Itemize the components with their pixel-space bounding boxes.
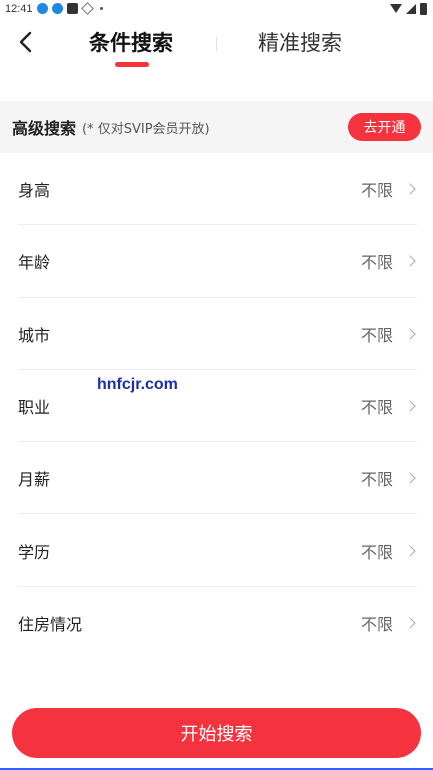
chevron-right-icon [404,617,416,629]
filter-value: 不限 [360,398,393,418]
filter-label: 学历 [18,542,51,562]
wifi-icon [390,4,402,13]
top-nav: 条件搜索 精准搜索 [0,17,433,69]
start-search-button[interactable]: 开始搜索 [12,708,421,758]
notification-cube-icon [80,2,94,15]
status-time: 12:41 [5,2,33,15]
battery-icon [420,2,427,15]
activate-svip-button[interactable]: 去开通 [348,113,421,141]
chevron-right-icon [404,255,416,268]
filter-label: 住房情况 [18,614,83,634]
filter-label: 月薪 [18,470,51,490]
notification-square-icon [66,3,78,14]
filter-row-age[interactable]: 年龄 不限 [0,225,433,298]
status-left: 12:41 [5,2,103,15]
more-notifications-dot-icon [99,7,103,10]
filter-row-salary[interactable]: 月薪 不限 [0,442,433,515]
notification-app-icon-2 [51,3,63,14]
chevron-right-icon [404,400,416,412]
chevron-right-icon [404,544,416,557]
tab-divider [216,37,217,51]
filter-list: 身高 不限 年龄 不限 城市 不限 职业 不限 月薪 不限 学历 不限 住房情况… [0,153,433,659]
active-tab-indicator [115,62,149,67]
filter-label: 城市 [18,325,51,345]
filter-value: 不限 [360,542,393,562]
tab-condition-search[interactable]: 条件搜索 [89,29,173,57]
filter-value: 不限 [360,614,393,634]
filter-row-occupation[interactable]: 职业 不限 [0,370,433,443]
advanced-search-bar: 高级搜索 (* 仅对SVIP会员开放) 去开通 [0,101,433,153]
tab-precise-search[interactable]: 精准搜索 [258,29,342,57]
notification-app-icon [36,3,48,14]
status-bar: 12:41 [0,0,433,17]
chevron-right-icon [404,472,416,484]
filter-value: 不限 [360,253,393,273]
filter-label: 身高 [18,181,51,201]
back-arrow-icon[interactable] [16,31,38,53]
filter-row-housing[interactable]: 住房情况 不限 [0,587,433,659]
chevron-right-icon [404,183,416,195]
status-right [390,2,427,15]
filter-label: 年龄 [18,253,51,273]
filter-value: 不限 [360,181,393,201]
filter-label: 职业 [18,398,51,418]
advanced-search-note: (* 仅对SVIP会员开放) [82,121,210,137]
watermark-text: hnfcjr.com [97,376,178,393]
filter-value: 不限 [360,325,393,345]
filter-row-education[interactable]: 学历 不限 [0,514,433,588]
filter-row-city[interactable]: 城市 不限 [0,298,433,371]
signal-icon [406,3,416,14]
chevron-right-icon [404,328,416,340]
filter-row-height[interactable]: 身高 不限 [0,153,433,226]
filter-value: 不限 [360,470,393,490]
advanced-search-title: 高级搜索 [12,119,77,138]
